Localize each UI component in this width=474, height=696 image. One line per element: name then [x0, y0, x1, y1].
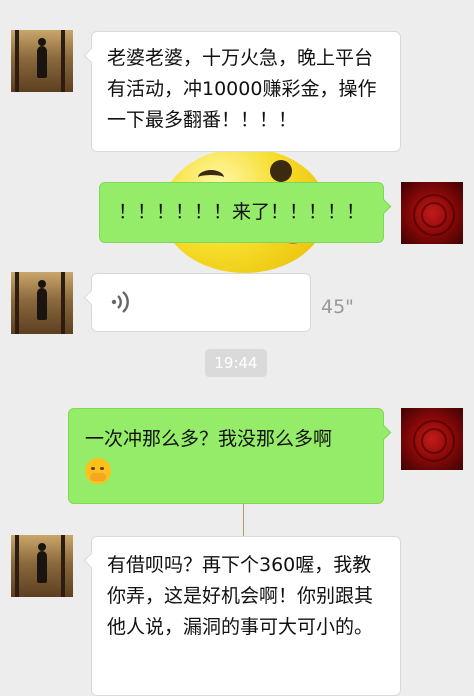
message-text: 老婆老婆，十万火急，晚上平台有活动，冲10000赚彩金，操作一下最多翻番！！！！ — [107, 47, 377, 131]
my-avatar[interactable] — [401, 182, 463, 244]
message-text: 一次冲那么多？我没那么多啊 — [85, 428, 333, 450]
message-text: ！！！！！！来了！！！！！ — [118, 201, 366, 223]
voice-wave-icon — [111, 291, 129, 313]
timestamp: 19:44 — [205, 349, 267, 377]
received-message-bubble[interactable]: 老婆老婆，十万火急，晚上平台有活动，冲10000赚彩金，操作一下最多翻番！！！！ — [83, 31, 401, 152]
message-text: 有借呗吗？再下个360喔，我教你弄，这是好机会啊！你别跟其他人说，漏洞的事可大可… — [107, 554, 374, 638]
hugging-face-emoji-icon — [85, 457, 111, 484]
contact-avatar[interactable] — [11, 272, 73, 334]
contact-avatar[interactable] — [11, 535, 73, 597]
received-message-bubble[interactable]: 有借呗吗？再下个360喔，我教你弄，这是好机会啊！你别跟其他人说，漏洞的事可大可… — [83, 536, 401, 696]
contact-avatar[interactable] — [11, 30, 73, 92]
my-avatar[interactable] — [401, 408, 463, 470]
sent-message-bubble[interactable]: 一次冲那么多？我没那么多啊 — [68, 408, 392, 504]
voice-duration: 45" — [321, 296, 354, 318]
voice-message-bubble[interactable] — [83, 273, 311, 332]
sent-message-bubble[interactable]: ！！！！！！来了！！！！！ — [99, 182, 392, 243]
